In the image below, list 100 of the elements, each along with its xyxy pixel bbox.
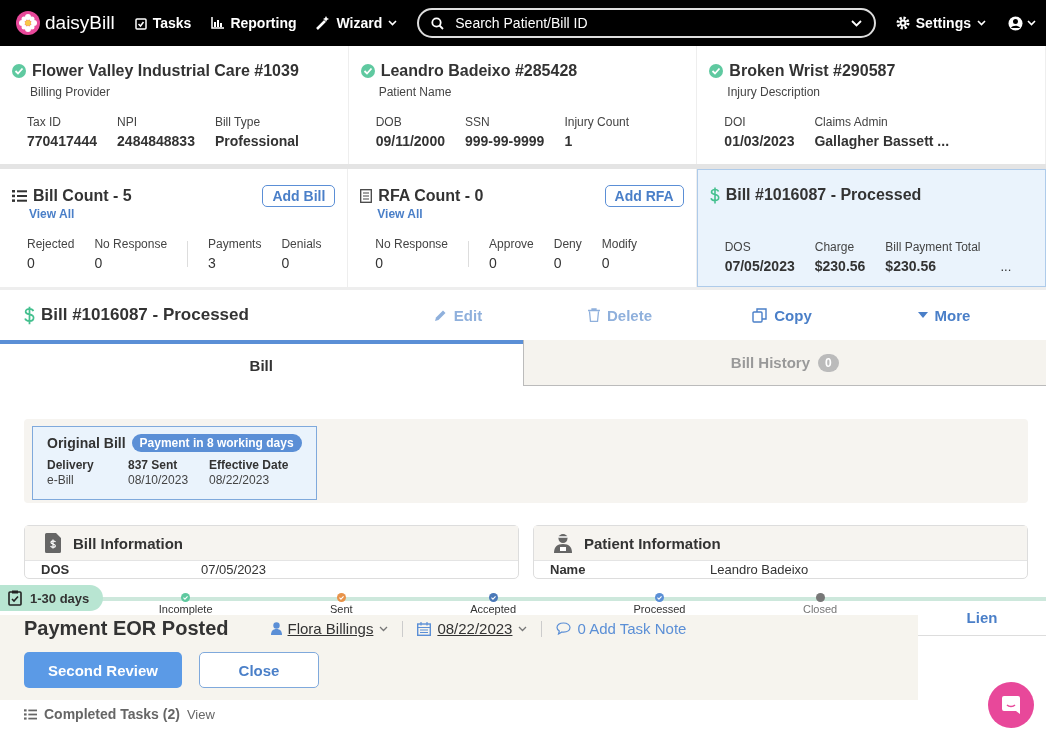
task-button[interactable]: Close [199,652,319,688]
search-field[interactable]: Search Patient/Bill ID [417,8,876,38]
row-label: DOS [41,562,71,577]
search-input[interactable]: Search Patient/Bill ID [453,14,842,32]
row-value: 07/05/2023 [201,562,267,577]
user-menu[interactable] [1008,15,1036,31]
section-title: Bill Information [73,534,183,552]
action-button[interactable]: More [866,302,1022,328]
date-dropdown[interactable]: 08/22/2023 [417,620,528,637]
field-label: No Response [375,237,449,251]
assignee-dropdown[interactable]: Flora Billings [270,620,389,637]
bar-chart-icon [211,17,225,29]
task-title: Payment EOR Posted [24,617,229,640]
completed-tasks-label: Completed Tasks (2) [44,706,180,722]
add-button[interactable]: Add Bill [262,185,336,207]
chat-button[interactable] [988,682,1034,728]
field-label: Rejected [27,237,75,251]
card-title: Broken Wrist #290587 [729,62,896,80]
clipboard-check-icon [8,590,22,606]
step-label: Accepted [470,603,517,615]
view-all-link[interactable]: View All [377,207,684,221]
field-value: 08/10/2023 [128,473,190,488]
nav-link[interactable]: Tasks [134,15,192,31]
list-icon [12,190,27,202]
field-value: 0 [375,255,385,271]
field-label: Modify [601,237,638,251]
summary-card[interactable]: Leandro Badeixo #285428 Patient Name DOB 09/11/2000 SSN 999-99-9999 Injury Count 1 [348,46,698,164]
status-badge: Payment in 8 working days [131,434,302,452]
step-label: Processed [633,603,686,615]
field-label: NPI [117,115,139,129]
field-value: $230.56 [814,258,866,274]
card-title: Original Bill [47,435,126,451]
field-value: $230.56 [885,258,937,274]
field-label: DOB [375,115,403,129]
age-badge: 1-30 days [0,585,104,611]
field-value: 999-99-9999 [464,133,545,149]
card-subtitle: Injury Description [727,85,822,99]
step-label: Sent [330,603,353,615]
field-label: Charge [814,240,856,254]
dollar-icon [24,305,35,325]
field-label: Tax ID [27,115,62,129]
field-value: e-Bill [47,473,75,488]
field-label: Approve [489,237,534,251]
nav-link[interactable]: Reporting [211,15,297,31]
chevron-down-icon [977,20,986,26]
summary-card[interactable]: Broken Wrist #290587 Injury Description DOI 01/03/2023 Claims Admin Gallagher Bassett ... [697,46,1046,164]
field-value: 0 [94,255,104,271]
copy-icon [752,307,768,323]
trash-icon [588,308,600,322]
field-value: 08/22/2023 [209,473,271,488]
chat-icon [1000,694,1022,716]
count-card[interactable]: RFA Count - 0 Add RFA View All No Response 0 Approve 0 Deny 0 Modify 0 [348,169,697,287]
row-label: Name [550,562,587,577]
field-value: Gallagher Bassett ... [814,133,950,149]
field-label: Injury Count [564,115,630,129]
card-title: RFA Count - 0 [378,187,484,205]
pencil-icon [433,308,447,322]
field-value: 1 [564,133,574,149]
chevron-down-icon [379,625,389,632]
field-label: Delivery [47,458,95,473]
card-title: Leandro Badeixo #285428 [380,62,578,80]
field-label: Effective Date [209,458,289,473]
step-label: Closed [803,603,838,615]
field-label: Bill Payment Total [885,240,981,254]
field-label: SSN [464,115,491,129]
person-bandage-icon [554,533,572,553]
more-link[interactable]: ... [1000,259,1012,274]
field-label: No Response [94,237,168,251]
view-all-link[interactable]: View All [29,207,336,221]
view-link[interactable]: View [186,706,215,722]
field-label: DOS [724,240,752,254]
speech-bubble-icon [556,622,572,635]
add-button[interactable]: Add RFA [604,185,684,207]
invoice-icon [45,533,61,553]
clipboard-icon [134,16,147,30]
card-subtitle: Patient Name [378,85,453,99]
field-value: 0 [489,255,498,271]
original-bill-card[interactable]: Original Bill Payment in 8 working days Delivery e-Bill 837 Sent 08/10/2023 Effective Date 08/22/2023 [32,426,317,500]
list-icon [24,708,37,720]
field-label: Payments [208,237,262,251]
field-value: 3 [208,255,217,271]
row-value: Leandro Badeixo [710,562,809,577]
bill-title: Bill #1016087 - Processed [41,305,249,325]
card-subtitle: Billing Provider [30,85,112,99]
summary-card[interactable]: Flower Valley Industrial Care #1039 Billing Provider Tax ID 770417444 NPI 2484848833 Bill Type Professional [0,46,349,164]
field-label: 837 Sent [128,458,179,473]
action-button[interactable]: Copy [704,302,860,328]
settings-menu[interactable]: Settings [895,15,986,31]
chevron-down-icon [850,19,862,27]
count-card[interactable]: Bill Count - 5 Add Bill View All Rejected 0 No Response 0 Payments 3 Denials 0 [0,169,349,287]
card-title: Bill #1016087 - Processed [725,186,922,204]
field-value: Professional [214,133,299,149]
logo-text[interactable]: daisyBill [45,12,115,34]
field-value: 0 [601,255,611,271]
count-card[interactable]: Bill #1016087 - Processed DOS 07/05/2023 Charge $230.56 Bill Payment Total $230.56 ... [696,169,1046,287]
field-value: 2484848833 [117,133,195,149]
nav-link[interactable]: Wizard [316,15,398,31]
field-label: Denials [281,237,322,251]
card-title: Flower Valley Industrial Care #1039 [32,62,299,80]
step-label: Incomplete [158,603,213,615]
